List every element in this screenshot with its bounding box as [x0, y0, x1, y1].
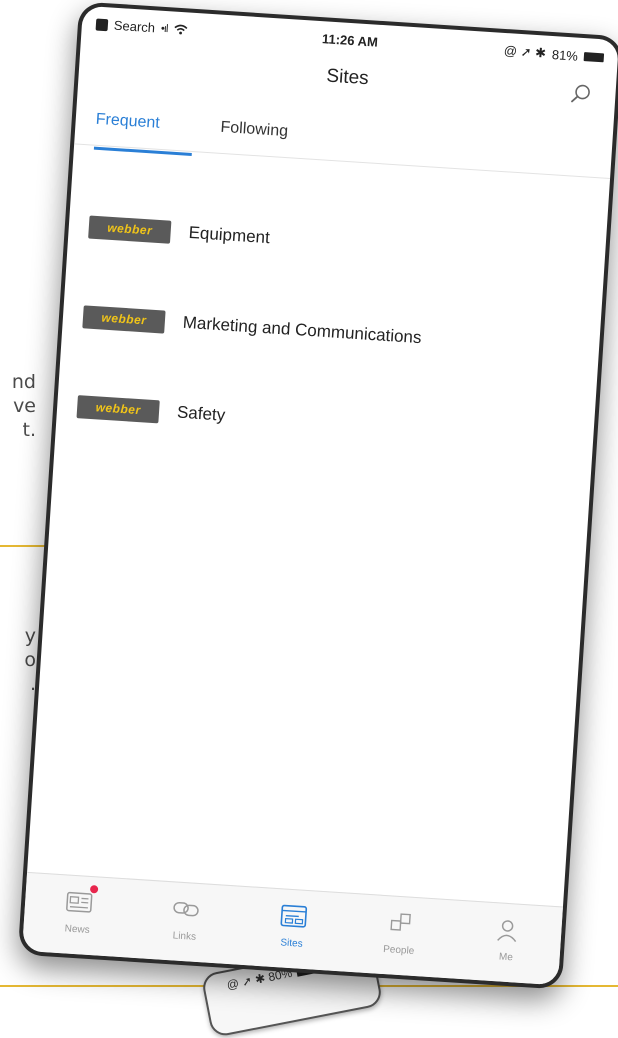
tab-label: News	[23, 921, 131, 939]
battery-percent: 81%	[551, 47, 578, 64]
person-icon	[492, 915, 524, 945]
logo-text: webber	[107, 221, 153, 238]
phone-frame: Search •ıl 11:26 AM @ ➚ ✱ 81% Sites	[18, 1, 618, 989]
site-list: webber Equipment webber Marketing and Co…	[74, 182, 587, 484]
logo-text: webber	[101, 311, 147, 328]
site-name: Safety	[176, 403, 225, 426]
tab-label: Me	[452, 948, 560, 966]
status-icons: @ ➚ ✱	[503, 43, 546, 62]
site-name: Equipment	[188, 223, 270, 248]
tab-people[interactable]: People	[344, 894, 456, 979]
bg-fragment: ve	[12, 394, 36, 418]
bg-fragment: y	[24, 624, 36, 648]
site-logo: webber	[88, 215, 171, 243]
bg-fragment: o	[24, 648, 36, 672]
tab-label: Links	[130, 928, 238, 946]
site-logo: webber	[77, 395, 160, 423]
search-icon[interactable]	[569, 81, 594, 106]
links-icon	[170, 894, 202, 924]
tab-sites[interactable]: Sites	[236, 887, 348, 972]
phone-screen: Search •ıl 11:26 AM @ ➚ ✱ 81% Sites	[22, 6, 618, 986]
tab-following[interactable]: Following	[220, 119, 289, 141]
tab-me[interactable]: Me	[451, 901, 563, 986]
background-divider	[0, 545, 46, 547]
tab-links[interactable]: Links	[129, 880, 241, 965]
site-name: Marketing and Communications	[182, 313, 422, 348]
tab-news[interactable]: News	[22, 873, 134, 958]
site-logo: webber	[82, 305, 165, 333]
background-text: nd ve t.	[12, 370, 36, 442]
sites-icon	[277, 901, 309, 931]
battery-icon	[584, 52, 605, 62]
notification-badge	[90, 885, 98, 893]
tab-label: Sites	[238, 935, 346, 953]
people-icon	[385, 908, 417, 938]
tab-label: People	[345, 942, 453, 960]
bg-fragment: nd	[12, 370, 36, 394]
bottom-tab-bar: News Links Sites	[22, 872, 563, 985]
logo-text: webber	[95, 400, 141, 417]
bg-fragment: t.	[12, 418, 36, 442]
tab-frequent[interactable]: Frequent	[95, 111, 160, 133]
